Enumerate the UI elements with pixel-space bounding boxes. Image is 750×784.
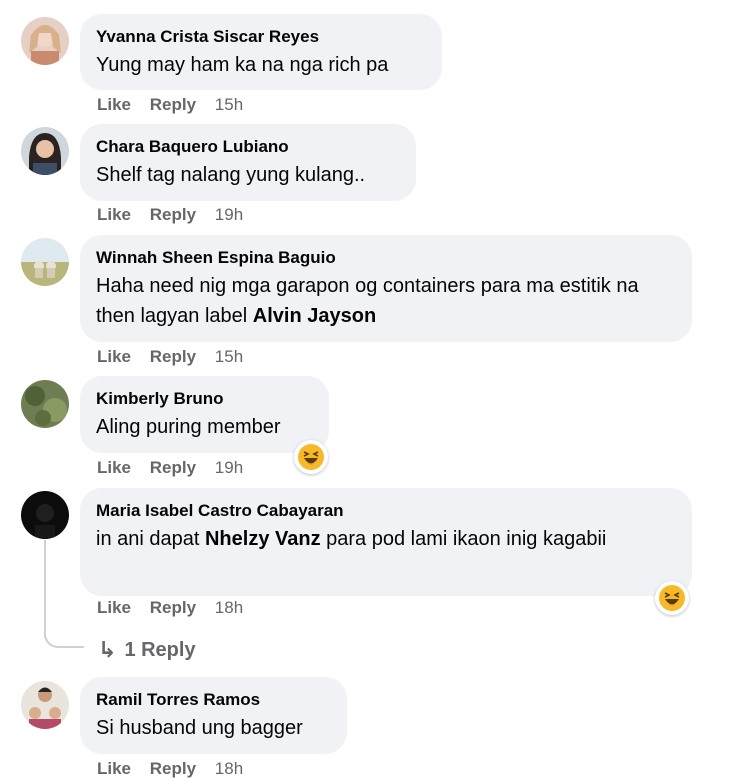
comment-author[interactable]: Kimberly Bruno [96, 388, 311, 410]
avatar[interactable] [21, 17, 69, 65]
avatar[interactable] [21, 238, 69, 286]
comment-author[interactable]: Winnah Sheen Espina Baguio [96, 247, 674, 269]
thread-connector [44, 618, 84, 648]
comment-time[interactable]: 19h [215, 205, 243, 224]
comment-actions: Like Reply 19h [97, 205, 243, 225]
comment-author[interactable]: Yvanna Crista Siscar Reyes [96, 26, 424, 48]
comment-text: Si husband ung bagger [96, 717, 303, 739]
like-button[interactable]: Like [97, 458, 131, 477]
comment-time[interactable]: 19h [215, 458, 243, 477]
avatar[interactable] [21, 380, 69, 428]
comment-bubble: Yvanna Crista Siscar Reyes Yung may ham … [80, 14, 442, 90]
comment-text-body: in ani dapat [96, 528, 205, 550]
like-button[interactable]: Like [97, 205, 131, 224]
reply-button[interactable]: Reply [150, 759, 196, 778]
reply-button[interactable]: Reply [150, 205, 196, 224]
comment-actions: Like Reply 15h [97, 95, 243, 115]
avatar[interactable] [21, 681, 69, 729]
comment-actions: Like Reply 18h [97, 598, 243, 618]
reply-button[interactable]: Reply [150, 347, 196, 366]
comment-actions: Like Reply 18h [97, 759, 243, 779]
reply-button[interactable]: Reply [150, 458, 196, 477]
avatar[interactable] [21, 127, 69, 175]
comment-text: Shelf tag nalang yung kulang.. [96, 164, 366, 186]
like-button[interactable]: Like [97, 347, 131, 366]
like-button[interactable]: Like [97, 759, 131, 778]
comment-time[interactable]: 15h [215, 95, 243, 114]
comment-text: Haha need nig mga garapon og containers … [96, 271, 674, 331]
haha-emoji-icon[interactable] [655, 581, 689, 615]
comment-actions: Like Reply 19h [97, 458, 243, 478]
comment-bubble: Maria Isabel Castro Cabayaran in ani dap… [80, 488, 692, 596]
comment-bubble: Chara Baquero Lubiano Shelf tag nalang y… [80, 124, 416, 201]
avatar[interactable] [21, 491, 69, 539]
comment-author[interactable]: Ramil Torres Ramos [96, 689, 329, 711]
comment-text-body: para pod lami ikaon inig kagabii [320, 528, 607, 550]
comment-time[interactable]: 18h [215, 759, 243, 778]
view-replies-link[interactable]: ↳ 1 Reply [98, 637, 196, 663]
comment-time[interactable]: 18h [215, 598, 243, 617]
reply-button[interactable]: Reply [150, 598, 196, 617]
comment-bubble: Winnah Sheen Espina Baguio Haha need nig… [80, 235, 692, 342]
comment-actions: Like Reply 15h [97, 347, 243, 367]
comment-text: Yung may ham ka na nga rich pa [96, 54, 389, 76]
reply-arrow-icon: ↳ [98, 637, 117, 662]
like-button[interactable]: Like [97, 95, 131, 114]
haha-emoji-icon[interactable] [294, 440, 328, 474]
comment-bubble: Ramil Torres Ramos Si husband ung bagger [80, 677, 347, 754]
comment-time[interactable]: 15h [215, 347, 243, 366]
comment-text: in ani dapat Nhelzy Vanz para pod lami i… [96, 524, 674, 554]
reply-button[interactable]: Reply [150, 95, 196, 114]
comment-author[interactable]: Chara Baquero Lubiano [96, 136, 398, 158]
comment-text: Aling puring member [96, 416, 281, 438]
comment-bubble: Kimberly Bruno Aling puring member [80, 376, 329, 453]
comment-author[interactable]: Maria Isabel Castro Cabayaran [96, 500, 674, 522]
mention-link[interactable]: Alvin Jayson [253, 305, 376, 327]
view-replies-label: 1 Reply [124, 638, 196, 661]
like-button[interactable]: Like [97, 598, 131, 617]
mention-link[interactable]: Nhelzy Vanz [205, 528, 321, 550]
